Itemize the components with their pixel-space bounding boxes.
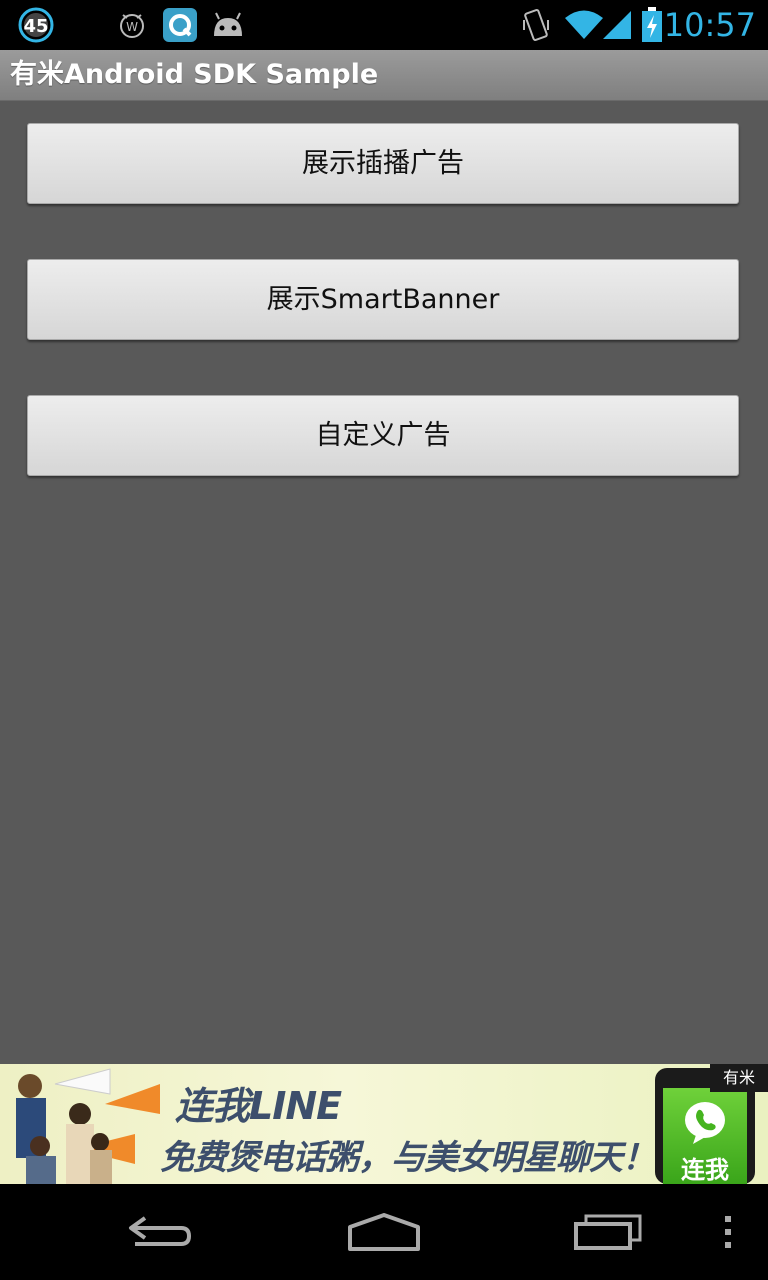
recent-apps-icon[interactable] <box>566 1202 650 1262</box>
status-clock: 10:57 <box>663 6 756 44</box>
ad-call-to-action: 连我 <box>681 1156 729 1184</box>
ad-people-image <box>0 1064 170 1184</box>
menu-icon[interactable] <box>712 1202 744 1262</box>
alarm-icon: W <box>116 6 148 44</box>
status-bar: 45 W 10:57 <box>0 0 768 50</box>
ad-banner[interactable]: 连我LINE 免费煲电话粥，与美女明星聊天！ 连我 有米 <box>0 1064 768 1184</box>
home-icon[interactable] <box>340 1202 428 1262</box>
show-interstitial-ad-button[interactable]: 展示插播广告 <box>27 123 739 204</box>
custom-ad-button[interactable]: 自定义广告 <box>27 395 739 476</box>
ad-headline: 连我LINE <box>175 1084 342 1128</box>
back-icon[interactable] <box>118 1202 202 1262</box>
show-smartbanner-button[interactable]: 展示SmartBanner <box>27 259 739 340</box>
vibrate-icon <box>520 6 552 44</box>
svg-text:W: W <box>126 20 138 34</box>
ad-subline: 免费煲电话粥，与美女明星聊天！ <box>160 1138 656 1178</box>
app-notification-icon <box>162 6 198 44</box>
ad-badge: 有米 <box>710 1064 768 1092</box>
android-icon <box>210 6 246 44</box>
title-bar: 有米Android SDK Sample <box>0 50 768 101</box>
navigation-bar <box>0 1184 768 1280</box>
app-title: 有米Android SDK Sample <box>10 59 379 90</box>
signal-icon <box>600 6 634 44</box>
notification-count-icon: 45 <box>16 6 56 44</box>
battery-charging-icon <box>640 6 664 44</box>
notification-count: 45 <box>23 16 48 37</box>
